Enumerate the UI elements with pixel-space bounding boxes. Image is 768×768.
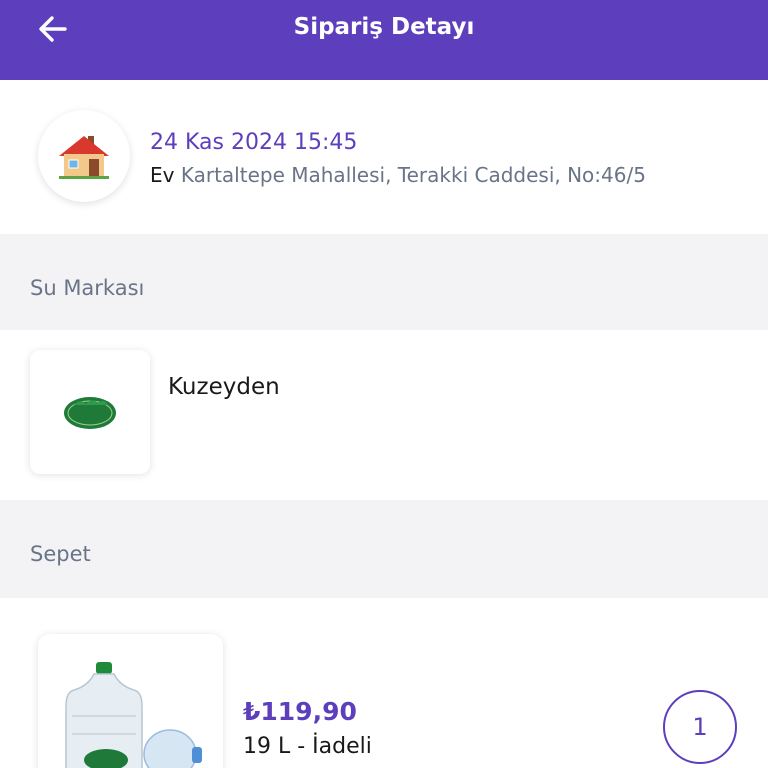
page-title: Sipariş Detayı: [293, 14, 475, 40]
address-text: Kartaltepe Mahallesi, Terakki Caddesi, N…: [180, 163, 646, 187]
app-header: Sipariş Detayı: [0, 0, 768, 80]
basket-section-label: Sepet: [30, 542, 91, 566]
delivery-address: Ev Kartaltepe Mahallesi, Terakki Caddesi…: [150, 163, 646, 187]
order-date: 24 Kas 2024 15:45: [150, 130, 358, 155]
brand-name: Kuzeyden: [168, 374, 280, 400]
water-bottle-icon: [65, 662, 202, 768]
brand-section-label: Su Markası: [30, 276, 145, 300]
product-price: ₺119,90: [243, 697, 357, 726]
quantity-badge: 1: [663, 690, 737, 764]
address-type: Ev: [150, 163, 175, 187]
product-image: [38, 634, 223, 768]
product-name: 19 L - İadeli: [243, 734, 372, 759]
brand-logo: [30, 350, 150, 474]
kuzeyden-logo-icon: [64, 397, 116, 429]
house-icon: [59, 136, 109, 179]
home-avatar: [38, 110, 130, 202]
